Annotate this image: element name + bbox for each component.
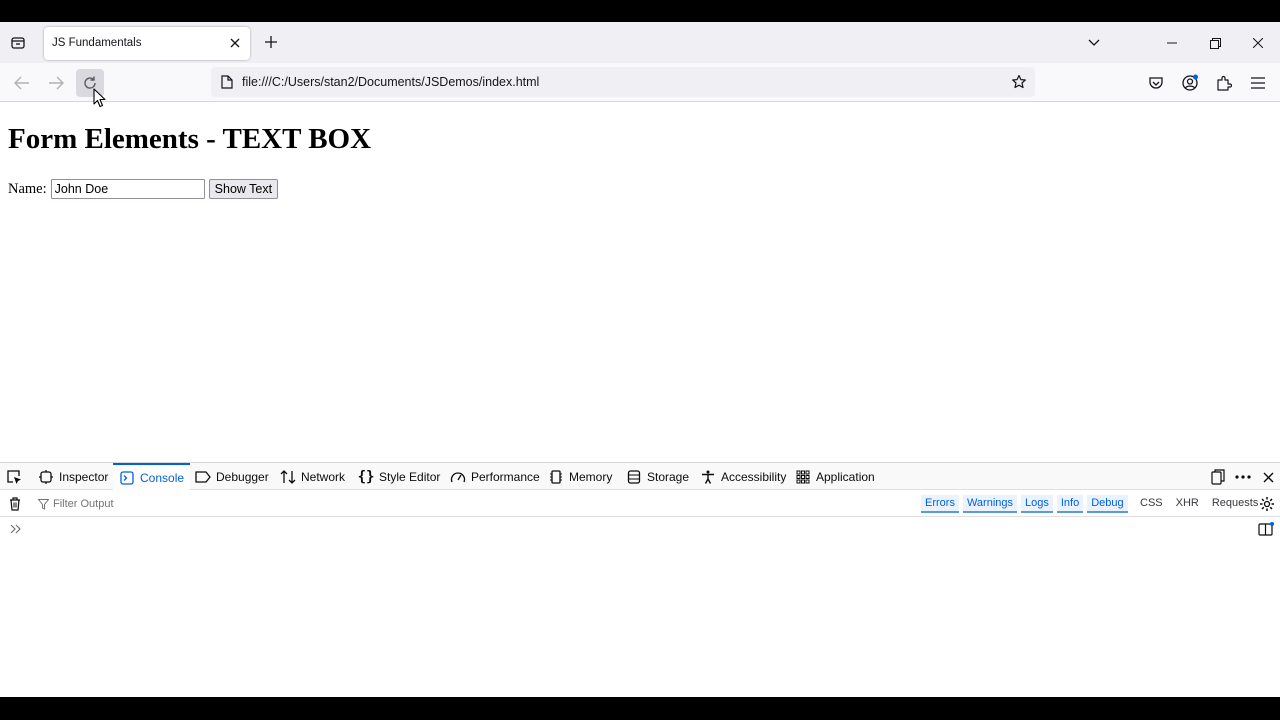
name-text-input[interactable] — [50, 179, 205, 199]
devtools-tab-application[interactable]: Application — [795, 463, 875, 490]
inspector-icon — [38, 469, 54, 485]
request-type-filters: CSS XHR Requests — [1140, 497, 1258, 509]
devtools-tab-label: Console — [140, 470, 185, 485]
bookmark-star-icon[interactable] — [1009, 72, 1029, 92]
style-editor-icon: {} — [357, 468, 375, 485]
performance-icon — [450, 469, 466, 485]
devtools-tab-label: Debugger — [216, 469, 269, 484]
filter-css[interactable]: CSS — [1140, 497, 1163, 509]
devtools-panel: Inspector Console Debugger Network {} St… — [0, 462, 1280, 697]
forward-arrow-icon[interactable] — [42, 69, 70, 97]
devtools-tab-memory[interactable]: Memory — [548, 463, 612, 490]
filter-requests[interactable]: Requests — [1212, 497, 1258, 509]
firefox-view-icon[interactable] — [6, 31, 30, 55]
devtools-tab-label: Network — [301, 469, 346, 484]
devtools-tab-console[interactable]: Console — [113, 463, 191, 490]
page-viewport: Form Elements - TEXT BOX Name: Show Text — [0, 103, 1280, 462]
console-input-line[interactable] — [0, 518, 1280, 540]
browser-tab[interactable]: JS Fundamentals — [44, 27, 250, 60]
devtools-tab-performance[interactable]: Performance — [450, 463, 540, 490]
console-settings-gear-icon[interactable] — [1258, 495, 1276, 513]
debugger-icon — [195, 469, 211, 485]
console-filter-bar: Filter Output Errors Warnings Logs Info … — [0, 491, 1280, 517]
restore-icon[interactable] — [1203, 31, 1227, 55]
storage-icon — [626, 469, 642, 485]
name-form-row: Name: Show Text — [8, 179, 279, 199]
devtools-tab-label: Application — [816, 469, 875, 484]
console-prompt-chevrons-icon — [8, 521, 24, 537]
devtools-tab-style-editor[interactable]: {} Style Editor — [357, 463, 441, 490]
menu-hamburger-icon[interactable] — [1246, 71, 1270, 95]
page-icon — [219, 74, 235, 90]
filter-xhr[interactable]: XHR — [1176, 497, 1199, 509]
close-tab-icon[interactable] — [226, 34, 244, 52]
tab-strip: JS Fundamentals — [0, 22, 1280, 63]
close-devtools-icon[interactable] — [1258, 467, 1278, 487]
filter-warnings[interactable]: Warnings — [962, 495, 1018, 513]
devtools-tab-accessibility[interactable]: Accessibility — [700, 463, 786, 490]
mouse-cursor-icon — [93, 88, 107, 108]
devtools-toolbar: Inspector Console Debugger Network {} St… — [0, 463, 1280, 490]
element-picker-icon[interactable] — [5, 468, 23, 486]
pocket-icon[interactable] — [1144, 71, 1168, 95]
log-level-filters: Errors Warnings Logs Info Debug — [921, 495, 1128, 513]
browser-window: JS Fundamentals file:///C:/Users/stan2/D… — [0, 22, 1280, 697]
accessibility-icon — [700, 469, 716, 485]
address-bar[interactable]: file:///C:/Users/stan2/Documents/JSDemos… — [211, 67, 1035, 97]
show-text-button[interactable]: Show Text — [208, 179, 279, 199]
minimize-icon[interactable] — [1160, 31, 1184, 55]
name-label: Name: — [8, 180, 47, 197]
devtools-tab-inspector[interactable]: Inspector — [38, 463, 108, 490]
console-icon — [119, 470, 135, 486]
filter-output-input[interactable]: Filter Output — [36, 494, 336, 514]
back-arrow-icon[interactable] — [8, 69, 36, 97]
devtools-tab-label: Memory — [569, 469, 613, 484]
filter-errors[interactable]: Errors — [921, 495, 959, 513]
new-tab-plus-icon[interactable] — [260, 31, 282, 53]
devtools-tab-label: Inspector — [59, 469, 109, 484]
more-options-icon[interactable] — [1233, 467, 1253, 487]
clear-console-trash-icon[interactable] — [7, 496, 23, 512]
devtools-tab-storage[interactable]: Storage — [626, 463, 689, 490]
application-icon — [795, 469, 811, 485]
devtools-tab-label: Accessibility — [721, 469, 787, 484]
filter-debug[interactable]: Debug — [1087, 495, 1128, 513]
devtools-tab-label: Performance — [471, 469, 540, 484]
devtools-tab-label: Style Editor — [379, 469, 441, 484]
memory-icon — [548, 469, 564, 485]
filter-logs[interactable]: Logs — [1021, 495, 1053, 513]
filter-placeholder: Filter Output — [53, 498, 114, 510]
devtools-tab-debugger[interactable]: Debugger — [195, 463, 269, 490]
tab-title: JS Fundamentals — [52, 37, 142, 49]
window-close-icon[interactable] — [1246, 31, 1270, 55]
editor-mode-split-icon[interactable] — [1257, 521, 1275, 537]
page-heading: Form Elements - TEXT BOX — [8, 123, 372, 155]
account-icon[interactable] — [1178, 71, 1202, 95]
extensions-puzzle-icon[interactable] — [1212, 71, 1236, 95]
url-text: file:///C:/Users/stan2/Documents/JSDemos… — [242, 75, 540, 89]
devtools-tab-network[interactable]: Network — [280, 463, 345, 490]
network-icon — [280, 469, 296, 485]
filter-info[interactable]: Info — [1056, 495, 1084, 513]
dock-side-icon[interactable] — [1208, 467, 1228, 487]
devtools-tab-label: Storage — [647, 469, 690, 484]
filter-funnel-icon — [36, 497, 50, 511]
navigation-toolbar: file:///C:/Users/stan2/Documents/JSDemos… — [0, 63, 1280, 102]
list-all-tabs-chevron-down-icon[interactable] — [1082, 31, 1106, 55]
